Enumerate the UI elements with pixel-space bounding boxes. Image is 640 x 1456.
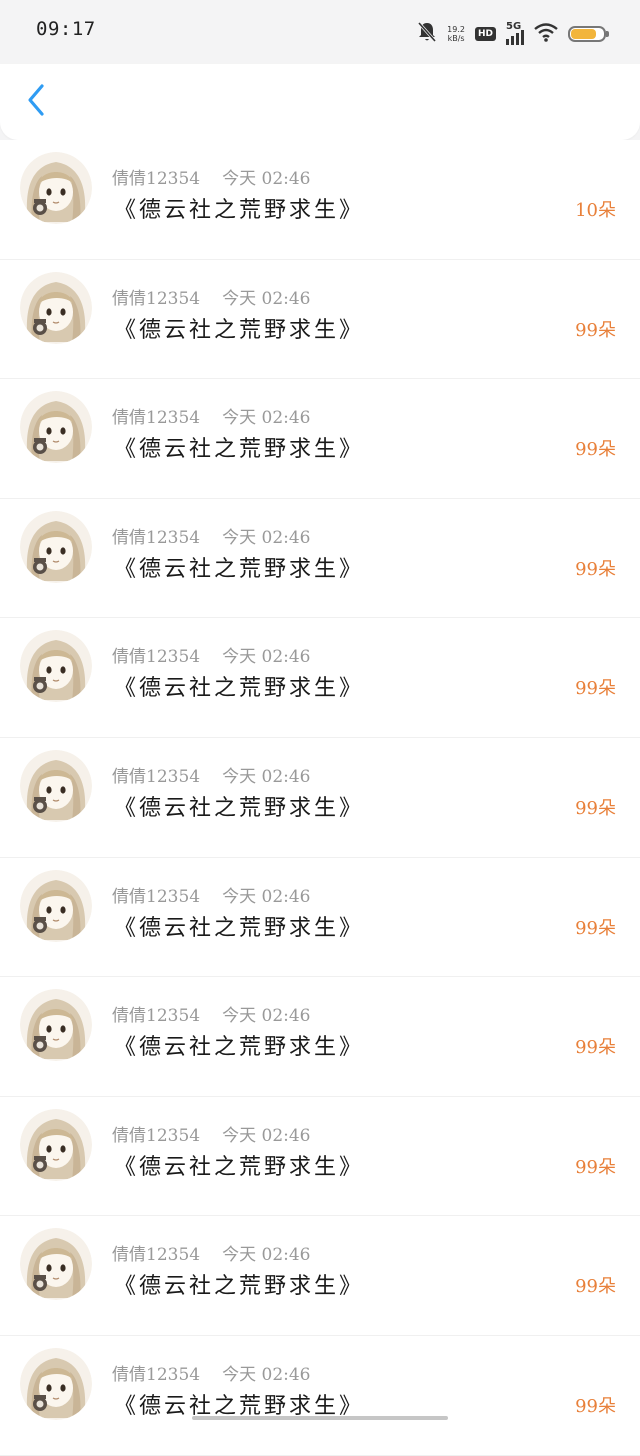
item-username: 倩倩12354 <box>112 1245 201 1266</box>
item-amount: 99朵 <box>575 797 616 819</box>
home-indicator[interactable] <box>192 1416 448 1420</box>
item-meta: 倩倩12354 今天 02:46 <box>112 1001 311 1026</box>
status-time: 09:17 <box>36 18 96 40</box>
list-item[interactable]: 倩倩12354 今天 02:46 《德云社之荒野求生》 10朵 <box>0 140 640 260</box>
item-time: 今天 02:46 <box>222 1125 311 1146</box>
item-title: 《德云社之荒野求生》 <box>114 1274 365 1300</box>
battery-fill <box>571 29 597 39</box>
avatar[interactable] <box>20 1228 92 1301</box>
list-item[interactable]: 倩倩12354 今天 02:46 《德云社之荒野求生》 99朵 <box>0 1335 640 1456</box>
wifi-icon <box>534 22 558 46</box>
avatar[interactable] <box>20 152 92 224</box>
item-meta: 倩倩12354 今天 02:46 <box>112 403 311 428</box>
item-meta: 倩倩12354 今天 02:46 <box>112 284 311 309</box>
list-item[interactable]: 倩倩12354 今天 02:46 《德云社之荒野求生》 99朵 <box>0 1096 640 1217</box>
item-meta: 倩倩12354 今天 02:46 <box>112 1360 311 1385</box>
item-amount: 99朵 <box>575 678 616 700</box>
list-item[interactable]: 倩倩12354 今天 02:46 《德云社之荒野求生》 99朵 <box>0 498 640 619</box>
item-username: 倩倩12354 <box>112 647 201 668</box>
item-amount: 99朵 <box>575 1037 616 1059</box>
item-time: 今天 02:46 <box>222 647 311 668</box>
status-icons: 19.2 kB/s HD 5G <box>417 20 609 48</box>
hd-badge: HD <box>474 27 496 41</box>
avatar[interactable] <box>20 271 92 344</box>
item-username: 倩倩12354 <box>112 766 201 787</box>
item-time: 今天 02:46 <box>222 527 311 548</box>
item-title: 《德云社之荒野求生》 <box>114 795 365 821</box>
item-username: 倩倩12354 <box>112 1006 201 1027</box>
item-time: 今天 02:46 <box>222 288 311 309</box>
item-title: 《德云社之荒野求生》 <box>114 437 365 463</box>
item-amount: 99朵 <box>575 1395 616 1417</box>
item-title: 《德云社之荒野求生》 <box>114 676 365 702</box>
item-time: 今天 02:46 <box>222 408 311 429</box>
bell-off-icon <box>417 21 437 47</box>
item-username: 倩倩12354 <box>112 169 201 189</box>
list-item[interactable]: 倩倩12354 今天 02:46 《德云社之荒野求生》 99朵 <box>0 1216 640 1336</box>
status-bar: 09:17 19.2 kB/s HD 5G <box>0 0 640 64</box>
net-speed-unit: kB/s <box>447 34 465 43</box>
item-username: 倩倩12354 <box>112 288 201 309</box>
net-speed-value: 19.2 <box>447 25 465 34</box>
item-meta: 倩倩12354 今天 02:46 <box>112 164 311 189</box>
avatar[interactable] <box>20 510 92 583</box>
list-item[interactable]: 倩倩12354 今天 02:46 《德云社之荒野求生》 99朵 <box>0 618 640 738</box>
item-meta: 倩倩12354 今天 02:46 <box>112 523 311 548</box>
back-button[interactable] <box>18 82 54 122</box>
signal-icon: 5G <box>506 21 524 45</box>
item-time: 今天 02:46 <box>222 1364 311 1385</box>
item-amount: 99朵 <box>575 558 616 580</box>
item-username: 倩倩12354 <box>112 1125 201 1146</box>
item-amount: 99朵 <box>575 1156 616 1178</box>
item-username: 倩倩12354 <box>112 408 201 429</box>
item-time: 今天 02:46 <box>222 169 311 189</box>
avatar[interactable] <box>20 630 92 703</box>
item-time: 今天 02:46 <box>222 1245 311 1266</box>
item-time: 今天 02:46 <box>222 886 311 907</box>
list-item[interactable]: 倩倩12354 今天 02:46 《德云社之荒野求生》 99朵 <box>0 379 640 499</box>
item-title: 《德云社之荒野求生》 <box>114 1035 365 1061</box>
item-amount: 99朵 <box>575 1276 616 1298</box>
item-username: 倩倩12354 <box>112 1364 201 1385</box>
list-item[interactable]: 倩倩12354 今天 02:46 《德云社之荒野求生》 99朵 <box>0 259 640 380</box>
item-title: 《德云社之荒野求生》 <box>114 915 365 941</box>
item-meta: 倩倩12354 今天 02:46 <box>112 1121 311 1146</box>
gift-record-list: 倩倩12354 今天 02:46 《德云社之荒野求生》 10朵 倩倩12354 今天… <box>0 140 640 1456</box>
avatar[interactable] <box>20 869 92 942</box>
item-amount: 99朵 <box>575 917 616 939</box>
avatar[interactable] <box>20 1108 92 1181</box>
item-title: 《德云社之荒野求生》 <box>114 198 365 223</box>
item-title: 《德云社之荒野求生》 <box>114 1154 365 1180</box>
net-speed: 19.2 kB/s <box>447 25 465 43</box>
network-label: 5G <box>506 21 522 32</box>
avatar[interactable] <box>20 1347 92 1420</box>
list-item[interactable]: 倩倩12354 今天 02:46 《德云社之荒野求生》 99朵 <box>0 737 640 858</box>
item-time: 今天 02:46 <box>222 1006 311 1027</box>
item-amount: 99朵 <box>575 319 616 341</box>
chevron-left-icon <box>26 83 46 121</box>
item-title: 《德云社之荒野求生》 <box>114 317 365 343</box>
item-username: 倩倩12354 <box>112 527 201 548</box>
item-username: 倩倩12354 <box>112 886 201 907</box>
item-meta: 倩倩12354 今天 02:46 <box>112 642 311 667</box>
item-meta: 倩倩12354 今天 02:46 <box>112 882 311 907</box>
list-item[interactable]: 倩倩12354 今天 02:46 《德云社之荒野求生》 99朵 <box>0 857 640 978</box>
nav-bar <box>0 64 640 140</box>
avatar[interactable] <box>20 749 92 822</box>
avatar[interactable] <box>20 989 92 1062</box>
item-amount: 10朵 <box>575 200 616 221</box>
item-amount: 99朵 <box>575 439 616 461</box>
item-title: 《德云社之荒野求生》 <box>114 556 365 582</box>
avatar[interactable] <box>20 391 92 464</box>
battery-icon <box>568 26 609 42</box>
item-meta: 倩倩12354 今天 02:46 <box>112 1240 311 1265</box>
item-meta: 倩倩12354 今天 02:46 <box>112 762 311 787</box>
list-item[interactable]: 倩倩12354 今天 02:46 《德云社之荒野求生》 99朵 <box>0 977 640 1097</box>
item-time: 今天 02:46 <box>222 766 311 787</box>
